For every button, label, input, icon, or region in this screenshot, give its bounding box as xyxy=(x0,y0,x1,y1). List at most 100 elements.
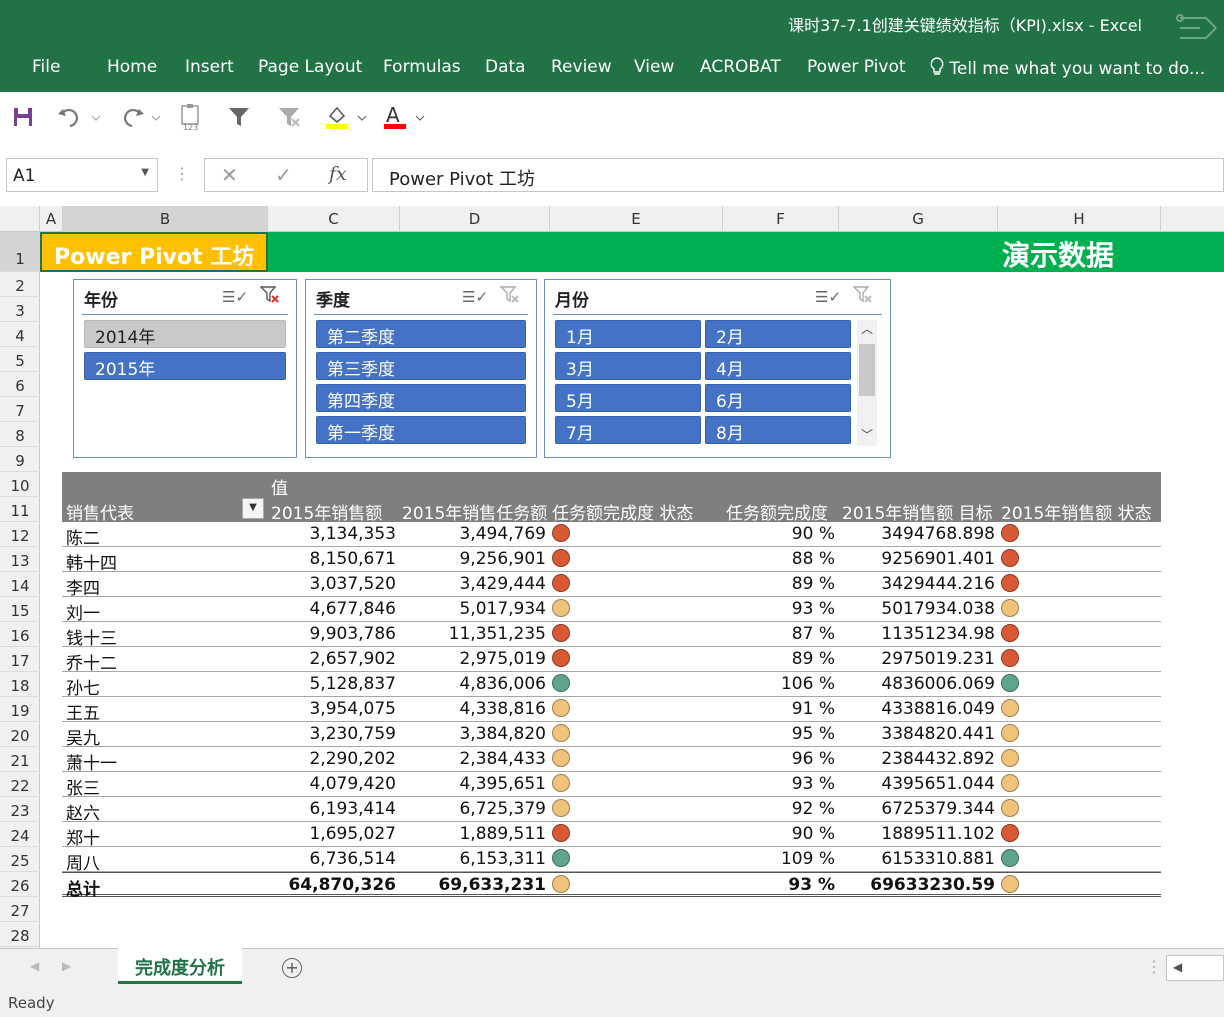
tab-page-layout[interactable]: Page Layout xyxy=(258,57,362,77)
slicer-item-month[interactable]: 6月 xyxy=(705,384,851,412)
multi-select-icon[interactable]: ☰✓ xyxy=(222,288,248,306)
multi-select-icon[interactable]: ☰✓ xyxy=(462,288,488,306)
sales-cell[interactable]: 3,037,520 xyxy=(262,574,396,594)
row-header[interactable]: 3 xyxy=(0,297,40,322)
slicer-item-q1[interactable]: 第一季度 xyxy=(316,416,526,444)
table-row[interactable]: 韩十四 8,150,671 9,256,901 88 % 9256901.401 xyxy=(62,547,1161,574)
table-row[interactable]: 郑十 1,695,027 1,889,511 90 % 1889511.102 xyxy=(62,822,1161,849)
sales-rep-cell[interactable]: 赵六 xyxy=(66,799,100,824)
sales-cell[interactable]: 4,677,846 xyxy=(262,599,396,619)
goal-cell[interactable]: 4836006.069 xyxy=(840,674,995,694)
sales-rep-cell[interactable]: 总计 xyxy=(66,875,100,900)
row-header[interactable]: 1 xyxy=(0,232,40,272)
sales-rep-cell[interactable]: 李四 xyxy=(66,574,100,599)
tab-review[interactable]: Review xyxy=(551,57,612,77)
column-header-a[interactable]: A xyxy=(40,206,63,232)
slicer-item-2014[interactable]: 2014年 xyxy=(84,320,286,348)
row-header[interactable]: 19 xyxy=(0,697,40,722)
tab-home[interactable]: Home xyxy=(107,57,157,77)
chevron-right-icon[interactable]: ▶ xyxy=(62,959,71,973)
slicer-item-month[interactable]: 7月 xyxy=(555,416,701,444)
completion-cell[interactable]: 93 % xyxy=(662,774,835,794)
target-cell[interactable]: 1,889,511 xyxy=(400,824,546,844)
name-box[interactable]: A1 ▼ xyxy=(6,158,158,192)
row-header[interactable]: 7 xyxy=(0,397,40,422)
row-header[interactable]: 6 xyxy=(0,372,40,397)
sales-rep-cell[interactable]: 韩十四 xyxy=(66,549,117,574)
sales-rep-cell[interactable]: 张三 xyxy=(66,774,100,799)
sales-rep-cell[interactable]: 孙七 xyxy=(66,674,100,699)
sales-cell[interactable]: 3,230,759 xyxy=(262,724,396,744)
sales-rep-cell[interactable]: 钱十三 xyxy=(66,624,117,649)
row-header[interactable]: 23 xyxy=(0,797,40,822)
table-row[interactable]: 刘一 4,677,846 5,017,934 93 % 5017934.038 xyxy=(62,597,1161,624)
cancel-icon[interactable]: ✕ xyxy=(221,163,238,187)
sales-cell[interactable]: 9,903,786 xyxy=(262,624,396,644)
sales-cell[interactable]: 5,128,837 xyxy=(262,674,396,694)
slicer-month[interactable]: 月份 ☰✓ 1月 2月 3月 4月 5月 6月 7月 8月 ︿ ﹀ xyxy=(544,279,891,458)
row-header[interactable]: 24 xyxy=(0,822,40,847)
target-cell[interactable]: 69,633,231 xyxy=(400,875,546,895)
goal-cell[interactable]: 3429444.216 xyxy=(840,574,995,594)
row-header[interactable]: 9 xyxy=(0,447,40,472)
goal-cell[interactable]: 3384820.441 xyxy=(840,724,995,744)
target-cell[interactable]: 4,836,006 xyxy=(400,674,546,694)
sales-rep-cell[interactable]: 郑十 xyxy=(66,824,100,849)
target-cell[interactable]: 6,153,311 xyxy=(400,849,546,869)
row-header[interactable]: 28 xyxy=(0,922,40,947)
scroll-thumb[interactable] xyxy=(859,344,875,396)
slicer-item-q4[interactable]: 第四季度 xyxy=(316,384,526,412)
enter-icon[interactable]: ✓ xyxy=(275,163,292,187)
table-row[interactable]: 吴九 3,230,759 3,384,820 95 % 3384820.441 xyxy=(62,722,1161,749)
clear-filter-icon[interactable] xyxy=(259,286,280,308)
tab-view[interactable]: View xyxy=(634,57,674,77)
sales-cell[interactable]: 6,193,414 xyxy=(262,799,396,819)
sales-rep-cell[interactable]: 萧十一 xyxy=(66,749,117,774)
row-header[interactable]: 12 xyxy=(0,522,40,547)
chevron-down-icon[interactable]: ﹀ xyxy=(861,426,873,443)
row-header[interactable]: 5 xyxy=(0,347,40,372)
target-cell[interactable]: 4,338,816 xyxy=(400,699,546,719)
clear-filter-icon[interactable] xyxy=(276,104,302,130)
row-header[interactable]: 26 xyxy=(0,872,40,897)
row-header[interactable]: 8 xyxy=(0,422,40,447)
row-header[interactable]: 22 xyxy=(0,772,40,797)
column-header-g[interactable]: G xyxy=(839,206,998,232)
row-header[interactable]: 13 xyxy=(0,547,40,572)
slicer-item-q3[interactable]: 第三季度 xyxy=(316,352,526,380)
sheet-tab-active[interactable]: 完成度分析 xyxy=(118,948,242,984)
target-cell[interactable]: 2,384,433 xyxy=(400,749,546,769)
slicer-scrollbar[interactable]: ︿ ﹀ xyxy=(857,320,877,446)
horizontal-scrollbar[interactable]: ◀ xyxy=(1166,955,1224,981)
chevron-left-icon[interactable]: ◀ xyxy=(30,959,39,973)
sales-cell[interactable]: 3,134,353 xyxy=(262,524,396,544)
target-cell[interactable]: 6,725,379 xyxy=(400,799,546,819)
row-header[interactable]: 21 xyxy=(0,747,40,772)
row-header[interactable]: 27 xyxy=(0,897,40,922)
tab-data[interactable]: Data xyxy=(485,57,526,77)
slicer-item-month[interactable]: 8月 xyxy=(705,416,851,444)
row-header[interactable]: 14 xyxy=(0,572,40,597)
sales-cell[interactable]: 1,695,027 xyxy=(262,824,396,844)
worksheet-grid[interactable]: Power Pivot 工坊 演示数据 年份 ☰✓ 2014年 2015年 季度… xyxy=(40,232,1224,948)
font-color-icon[interactable]: A xyxy=(382,104,426,130)
slicer-year[interactable]: 年份 ☰✓ 2014年 2015年 xyxy=(73,279,297,458)
slicer-item-q2[interactable]: 第二季度 xyxy=(316,320,526,348)
slicer-item-month[interactable]: 1月 xyxy=(555,320,701,348)
target-cell[interactable]: 5,017,934 xyxy=(400,599,546,619)
multi-select-icon[interactable]: ☰✓ xyxy=(815,288,841,306)
target-cell[interactable]: 4,395,651 xyxy=(400,774,546,794)
chevron-up-icon[interactable]: ︿ xyxy=(861,320,873,337)
goal-cell[interactable]: 1889511.102 xyxy=(840,824,995,844)
sales-cell[interactable]: 4,079,420 xyxy=(262,774,396,794)
row-header[interactable]: 20 xyxy=(0,722,40,747)
completion-cell[interactable]: 87 % xyxy=(662,624,835,644)
sales-rep-cell[interactable]: 陈二 xyxy=(66,524,100,549)
slicer-item-month[interactable]: 4月 xyxy=(705,352,851,380)
goal-cell[interactable]: 2975019.231 xyxy=(840,649,995,669)
table-row[interactable]: 李四 3,037,520 3,429,444 89 % 3429444.216 xyxy=(62,572,1161,599)
tab-formulas[interactable]: Formulas xyxy=(383,57,461,77)
sales-cell[interactable]: 2,657,902 xyxy=(262,649,396,669)
row-header[interactable]: 25 xyxy=(0,847,40,872)
save-icon[interactable] xyxy=(10,104,36,130)
